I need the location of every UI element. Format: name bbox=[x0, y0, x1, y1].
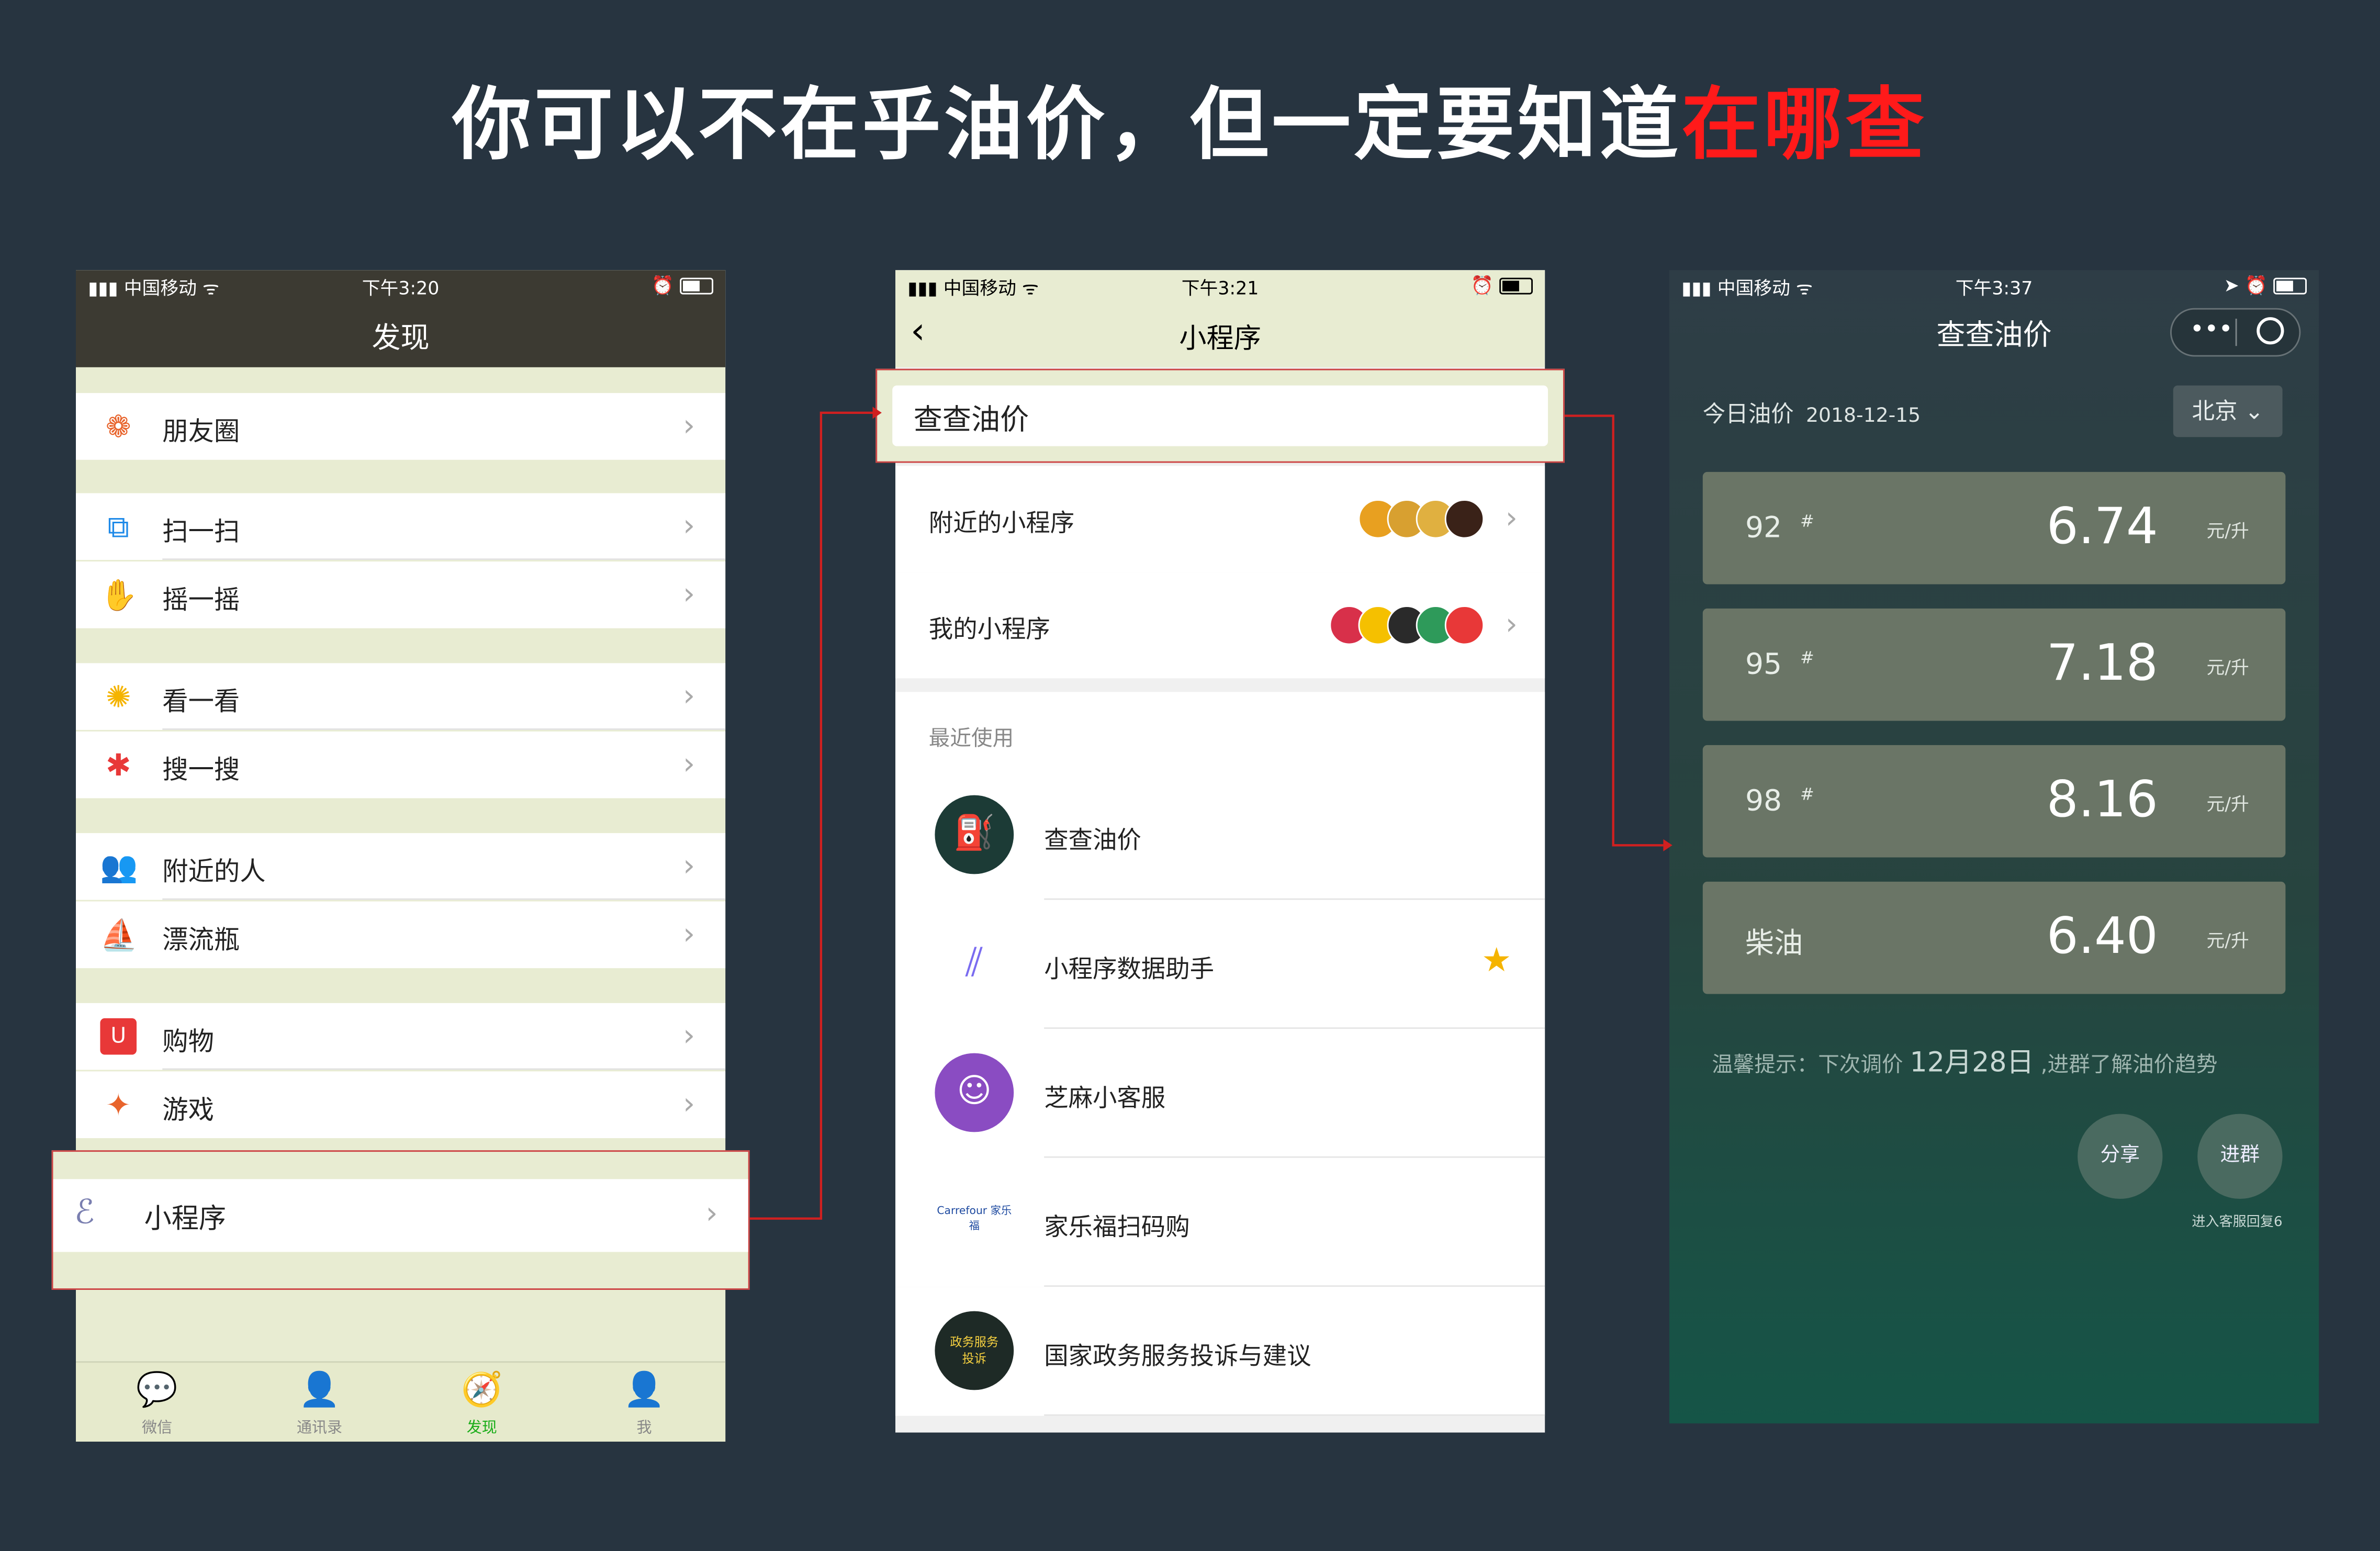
flow-connectors bbox=[749, 407, 1672, 1220]
